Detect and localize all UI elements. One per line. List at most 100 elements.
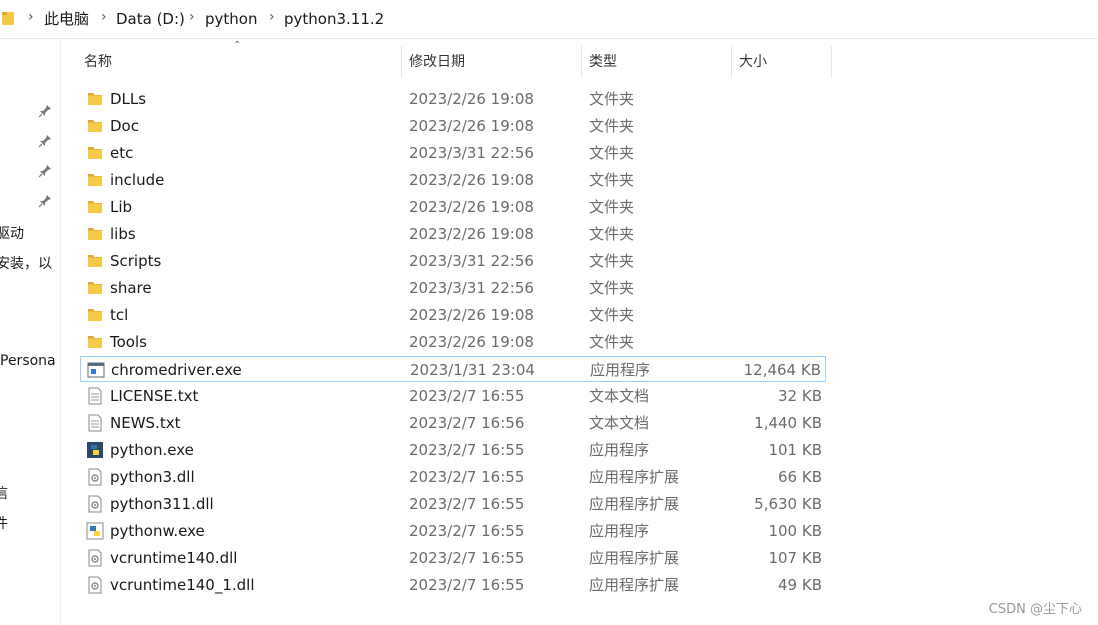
file-type: 应用程序扩展 bbox=[589, 468, 680, 486]
file-type: 文件夹 bbox=[589, 171, 635, 189]
dll-icon bbox=[86, 576, 104, 594]
chevron-right-icon[interactable]: › bbox=[101, 9, 107, 25]
file-row[interactable]: python.exe 2023/2/7 16:55 应用程序 101 KB bbox=[80, 437, 826, 463]
pythonw-icon bbox=[86, 522, 104, 540]
folder-icon bbox=[86, 90, 104, 108]
chevron-right-icon[interactable]: › bbox=[189, 9, 195, 25]
folder-icon bbox=[2, 12, 14, 25]
column-divider[interactable] bbox=[831, 46, 832, 78]
file-type: 应用程序 bbox=[590, 361, 651, 379]
file-row[interactable]: DLLs 2023/2/26 19:08 文件夹 bbox=[80, 86, 826, 112]
file-modified-date: 2023/2/7 16:55 bbox=[409, 387, 525, 405]
file-modified-date: 2023/2/7 16:55 bbox=[409, 522, 525, 540]
file-name: Tools bbox=[110, 333, 147, 351]
column-divider[interactable] bbox=[401, 46, 402, 78]
column-header-date[interactable]: 修改日期 bbox=[409, 46, 465, 78]
file-size: 32 KB bbox=[778, 387, 822, 405]
file-row[interactable]: vcruntime140_1.dll 2023/2/7 16:55 应用程序扩展 49… bbox=[80, 572, 826, 598]
file-size: 101 KB bbox=[768, 441, 822, 459]
chevron-right-icon[interactable]: › bbox=[28, 9, 34, 25]
file-size: 107 KB bbox=[768, 549, 822, 567]
file-modified-date: 2023/2/26 19:08 bbox=[409, 171, 534, 189]
file-name: tcl bbox=[110, 306, 129, 324]
folder-icon bbox=[86, 279, 104, 297]
file-name: etc bbox=[110, 144, 134, 162]
pin-icon[interactable] bbox=[38, 194, 52, 208]
file-name: Doc bbox=[110, 117, 139, 135]
pin-icon[interactable] bbox=[38, 164, 52, 178]
file-size: 49 KB bbox=[778, 576, 822, 594]
file-name: libs bbox=[110, 225, 136, 243]
folder-icon bbox=[86, 144, 104, 162]
chevron-right-icon[interactable]: › bbox=[269, 9, 275, 25]
file-size: 12,464 KB bbox=[743, 361, 821, 379]
column-header-size[interactable]: 大小 bbox=[739, 46, 767, 78]
file-row[interactable]: NEWS.txt 2023/2/7 16:56 文本文档 1,440 KB bbox=[80, 410, 826, 436]
file-row[interactable]: vcruntime140.dll 2023/2/7 16:55 应用程序扩展 107 … bbox=[80, 545, 826, 571]
file-row[interactable]: chromedriver.exe 2023/1/31 23:04 应用程序 12,46… bbox=[80, 356, 826, 382]
file-row[interactable]: Scripts 2023/3/31 22:56 文件夹 bbox=[80, 248, 826, 274]
text-file-icon bbox=[86, 387, 104, 405]
sort-ascending-icon: ⌃ bbox=[233, 40, 242, 51]
nav-item-fragment[interactable]: Persona bbox=[0, 353, 56, 369]
file-row[interactable]: tcl 2023/2/26 19:08 文件夹 bbox=[80, 302, 826, 328]
breadcrumb-this-pc[interactable]: 此电脑 bbox=[44, 10, 89, 28]
file-modified-date: 2023/2/26 19:08 bbox=[409, 306, 534, 324]
folder-icon bbox=[86, 333, 104, 351]
nav-item-fragment[interactable]: 安装，以 bbox=[0, 253, 52, 273]
folder-icon bbox=[86, 198, 104, 216]
file-name: chromedriver.exe bbox=[111, 361, 242, 379]
file-modified-date: 2023/2/7 16:55 bbox=[409, 441, 525, 459]
folder-icon bbox=[86, 252, 104, 270]
pin-icon[interactable] bbox=[38, 134, 52, 148]
dll-icon bbox=[86, 468, 104, 486]
file-name: NEWS.txt bbox=[110, 414, 181, 432]
file-type: 文本文档 bbox=[589, 414, 650, 432]
column-divider[interactable] bbox=[731, 46, 732, 78]
file-row[interactable]: libs 2023/2/26 19:08 文件夹 bbox=[80, 221, 826, 247]
file-size: 1,440 KB bbox=[754, 414, 822, 432]
file-modified-date: 2023/2/26 19:08 bbox=[409, 90, 534, 108]
file-type: 文件夹 bbox=[589, 333, 635, 351]
breadcrumb-python[interactable]: python bbox=[205, 10, 257, 28]
file-modified-date: 2023/2/26 19:08 bbox=[409, 198, 534, 216]
folder-icon bbox=[86, 306, 104, 324]
breadcrumb-current-folder[interactable]: python3.11.2 bbox=[284, 10, 384, 28]
file-size: 66 KB bbox=[778, 468, 822, 486]
file-type: 应用程序 bbox=[589, 522, 650, 540]
file-row[interactable]: Lib 2023/2/26 19:08 文件夹 bbox=[80, 194, 826, 220]
nav-item-fragment[interactable]: 信 bbox=[0, 483, 8, 503]
file-modified-date: 2023/2/7 16:55 bbox=[409, 495, 525, 513]
file-type: 文件夹 bbox=[589, 279, 635, 297]
nav-item-fragment[interactable]: 驱动 bbox=[0, 223, 24, 243]
column-divider[interactable] bbox=[581, 46, 582, 78]
file-row[interactable]: python3.dll 2023/2/7 16:55 应用程序扩展 66 KB bbox=[80, 464, 826, 490]
breadcrumb-drive[interactable]: Data (D:) bbox=[116, 10, 185, 28]
file-row[interactable]: include 2023/2/26 19:08 文件夹 bbox=[80, 167, 826, 193]
file-row[interactable]: share 2023/3/31 22:56 文件夹 bbox=[80, 275, 826, 301]
pin-icon[interactable] bbox=[38, 104, 52, 118]
file-type: 文件夹 bbox=[589, 225, 635, 243]
nav-item-fragment[interactable]: 件 bbox=[0, 513, 8, 533]
file-row[interactable]: etc 2023/3/31 22:56 文件夹 bbox=[80, 140, 826, 166]
file-modified-date: 2023/2/7 16:55 bbox=[409, 468, 525, 486]
file-modified-date: 2023/3/31 22:56 bbox=[409, 252, 534, 270]
column-header-type[interactable]: 类型 bbox=[589, 46, 617, 78]
file-modified-date: 2023/1/31 23:04 bbox=[410, 361, 535, 379]
file-row[interactable]: Doc 2023/2/26 19:08 文件夹 bbox=[80, 113, 826, 139]
file-type: 文件夹 bbox=[589, 306, 635, 324]
file-type: 文件夹 bbox=[589, 252, 635, 270]
file-row[interactable]: pythonw.exe 2023/2/7 16:55 应用程序 100 KB bbox=[80, 518, 826, 544]
file-modified-date: 2023/2/7 16:56 bbox=[409, 414, 525, 432]
file-name: python311.dll bbox=[110, 495, 214, 513]
file-size: 5,630 KB bbox=[754, 495, 822, 513]
file-modified-date: 2023/3/31 22:56 bbox=[409, 279, 534, 297]
file-row[interactable]: LICENSE.txt 2023/2/7 16:55 文本文档 32 KB bbox=[80, 383, 826, 409]
folder-icon bbox=[86, 171, 104, 189]
file-name: Lib bbox=[110, 198, 133, 216]
file-row[interactable]: python311.dll 2023/2/7 16:55 应用程序扩展 5,630 K… bbox=[80, 491, 826, 517]
file-type: 文件夹 bbox=[589, 117, 635, 135]
column-header-name[interactable]: 名称 bbox=[84, 46, 112, 78]
file-row[interactable]: Tools 2023/2/26 19:08 文件夹 bbox=[80, 329, 826, 355]
file-name: python.exe bbox=[110, 441, 194, 459]
